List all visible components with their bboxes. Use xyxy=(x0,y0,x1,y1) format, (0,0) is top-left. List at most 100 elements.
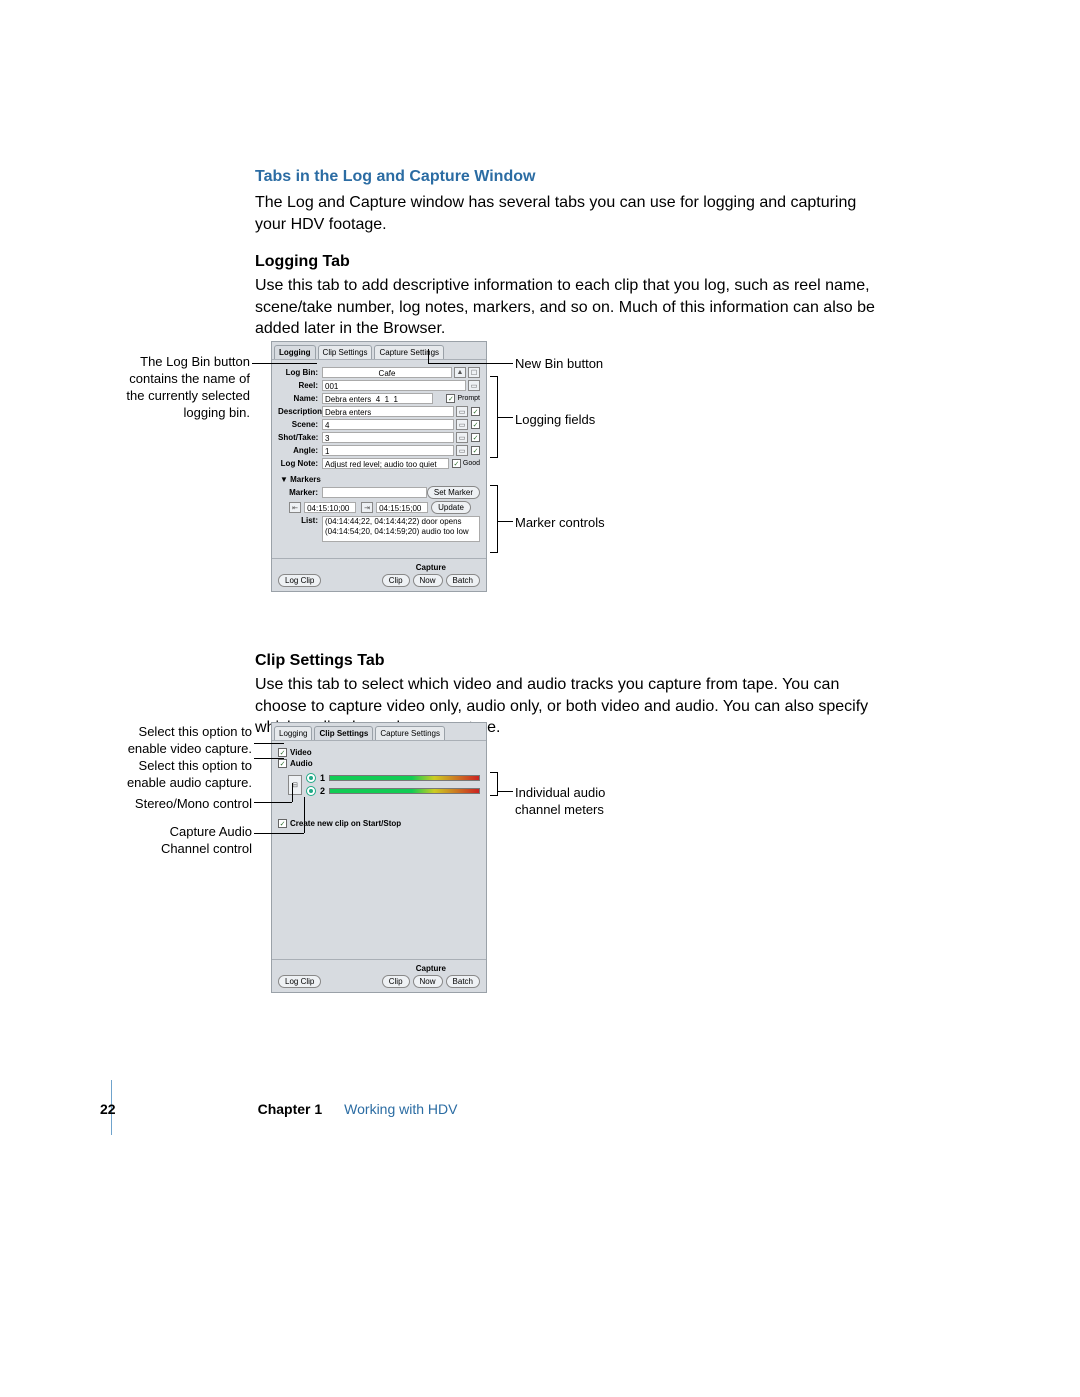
tab-capture-settings[interactable]: Capture Settings xyxy=(374,345,444,359)
leader-meters xyxy=(498,791,513,792)
shot-take-label: Shot/Take: xyxy=(278,433,318,442)
callout-markers: Marker controls xyxy=(515,515,605,532)
leader-stereo-v xyxy=(292,783,293,802)
leader-video xyxy=(254,743,284,744)
scene-input[interactable]: 4 xyxy=(322,419,454,430)
capture-label-2: Capture xyxy=(382,964,480,973)
log-clip-button[interactable]: Log Clip xyxy=(278,574,321,587)
tab-clip-settings[interactable]: Clip Settings xyxy=(318,345,373,359)
reel-label: Reel: xyxy=(278,381,318,390)
name-input[interactable]: Debra enters_4_1_1 xyxy=(322,393,433,404)
callout-capaudio: Capture Audio Channel control xyxy=(130,824,252,858)
leader-newbin xyxy=(428,363,513,364)
chapter-title: Working with HDV xyxy=(344,1101,457,1117)
callout-stereo: Stereo/Mono control xyxy=(107,796,252,813)
tab-capture-settings-2[interactable]: Capture Settings xyxy=(375,726,445,740)
log-bin-label: Log Bin: xyxy=(278,368,318,377)
section-title: Tabs in the Log and Capture Window xyxy=(255,168,875,186)
bracket-markers xyxy=(490,485,498,553)
chapter-label: Chapter 1 xyxy=(258,1101,323,1117)
leader-audio xyxy=(254,758,284,759)
stereo-mono-toggle[interactable]: ⊟ xyxy=(288,775,302,795)
shot-checkbox[interactable]: ✓ xyxy=(471,433,480,442)
capture-clip-button-2[interactable]: Clip xyxy=(382,975,410,988)
update-button[interactable]: Update xyxy=(431,501,471,514)
tab-logging-2[interactable]: Logging xyxy=(274,726,312,740)
capture-label: Capture xyxy=(382,563,480,572)
good-checkbox[interactable]: ✓ xyxy=(452,459,461,468)
leader-capaudio xyxy=(254,833,304,834)
markers-heading: ▼ Markers xyxy=(280,475,480,484)
description-input[interactable]: Debra enters xyxy=(322,406,454,417)
logging-paragraph: Use this tab to add descriptive informat… xyxy=(255,275,875,340)
desc-checkbox[interactable]: ✓ xyxy=(471,407,480,416)
log-clip-button-2[interactable]: Log Clip xyxy=(278,975,321,988)
leader-capaudio-v xyxy=(304,797,305,833)
video-checkbox[interactable]: ✓ xyxy=(278,748,287,757)
callout-video-opt: Select this option to enable video captu… xyxy=(107,724,252,758)
capture-batch-button[interactable]: Batch xyxy=(446,574,480,587)
video-label: Video xyxy=(290,748,312,757)
create-clip-label: Create new clip on Start/Stop xyxy=(290,819,401,828)
angle-input[interactable]: 1 xyxy=(322,445,454,456)
audio-checkbox[interactable]: ✓ xyxy=(278,759,287,768)
set-marker-button[interactable]: Set Marker xyxy=(427,486,480,499)
tab-clip-settings-2[interactable]: Clip Settings xyxy=(314,726,373,740)
slate-icon-3[interactable]: ▭ xyxy=(456,419,468,430)
up-bin-icon[interactable]: ▲ xyxy=(454,367,466,378)
logging-heading: Logging Tab xyxy=(255,253,875,271)
marker-input[interactable] xyxy=(322,487,427,498)
channel-1-label: 1 xyxy=(320,773,325,783)
tc-out-input[interactable]: 04:15:15;00 xyxy=(376,502,428,513)
log-bin-button[interactable]: Cafe xyxy=(322,367,452,378)
capture-now-button-2[interactable]: Now xyxy=(413,975,443,988)
channel-1-toggle[interactable] xyxy=(306,773,316,783)
channel-2-label: 2 xyxy=(320,786,325,796)
bracket-meters xyxy=(490,772,498,796)
slate-icon-4[interactable]: ▭ xyxy=(456,432,468,443)
name-label: Name: xyxy=(278,394,318,403)
leader-markers xyxy=(498,521,513,522)
leader-newbin-v xyxy=(428,349,429,363)
angle-label: Angle: xyxy=(278,446,318,455)
slate-icon-2[interactable]: ▭ xyxy=(456,406,468,417)
clip-heading: Clip Settings Tab xyxy=(255,652,875,670)
reel-input[interactable]: 001 xyxy=(322,380,466,391)
shot-take-input[interactable]: 3 xyxy=(322,432,454,443)
channel-2-toggle[interactable] xyxy=(306,786,316,796)
good-label: Good xyxy=(463,460,480,467)
description-label: Description: xyxy=(278,407,318,416)
marker-list[interactable]: (04:14:44;22, 04:14:44;22) door opens (0… xyxy=(322,516,480,542)
channel-1-meter xyxy=(329,775,480,781)
scene-checkbox[interactable]: ✓ xyxy=(471,420,480,429)
create-clip-checkbox[interactable]: ✓ xyxy=(278,819,287,828)
clip-settings-figure: Logging Clip Settings Capture Settings ✓… xyxy=(271,722,487,993)
bracket-logfields xyxy=(490,376,498,458)
leader-logfields xyxy=(498,417,513,418)
capture-batch-button-2[interactable]: Batch xyxy=(446,975,480,988)
list-label: List: xyxy=(278,516,318,525)
slate-icon[interactable]: ▭ xyxy=(468,380,480,391)
leader-logbin xyxy=(252,363,317,364)
intro-paragraph: The Log and Capture window has several t… xyxy=(255,192,875,235)
prompt-checkbox[interactable]: ✓ xyxy=(446,394,455,403)
log-note-label: Log Note: xyxy=(278,459,318,468)
tc-in-input[interactable]: 04:15:10;00 xyxy=(304,502,356,513)
new-bin-icon[interactable]: ☐ xyxy=(468,367,480,378)
callout-newbin: New Bin button xyxy=(515,356,603,373)
slate-icon-5[interactable]: ▭ xyxy=(456,445,468,456)
marker-label: Marker: xyxy=(278,488,318,497)
capture-clip-button[interactable]: Clip xyxy=(382,574,410,587)
tab-logging[interactable]: Logging xyxy=(274,345,316,359)
mark-in-icon[interactable]: ⇤ xyxy=(289,502,301,513)
log-note-input[interactable]: Adjust red level; audio too quiet xyxy=(322,458,449,469)
capture-now-button[interactable]: Now xyxy=(413,574,443,587)
mark-out-icon[interactable]: ⇥ xyxy=(361,502,373,513)
callout-logfields: Logging fields xyxy=(515,412,595,429)
channel-2-meter xyxy=(329,788,480,794)
page-footer: 22 Chapter 1 Working with HDV xyxy=(100,1101,900,1117)
prompt-label: Prompt xyxy=(457,395,480,402)
angle-checkbox[interactable]: ✓ xyxy=(471,446,480,455)
page-number: 22 xyxy=(100,1101,116,1117)
scene-label: Scene: xyxy=(278,420,318,429)
